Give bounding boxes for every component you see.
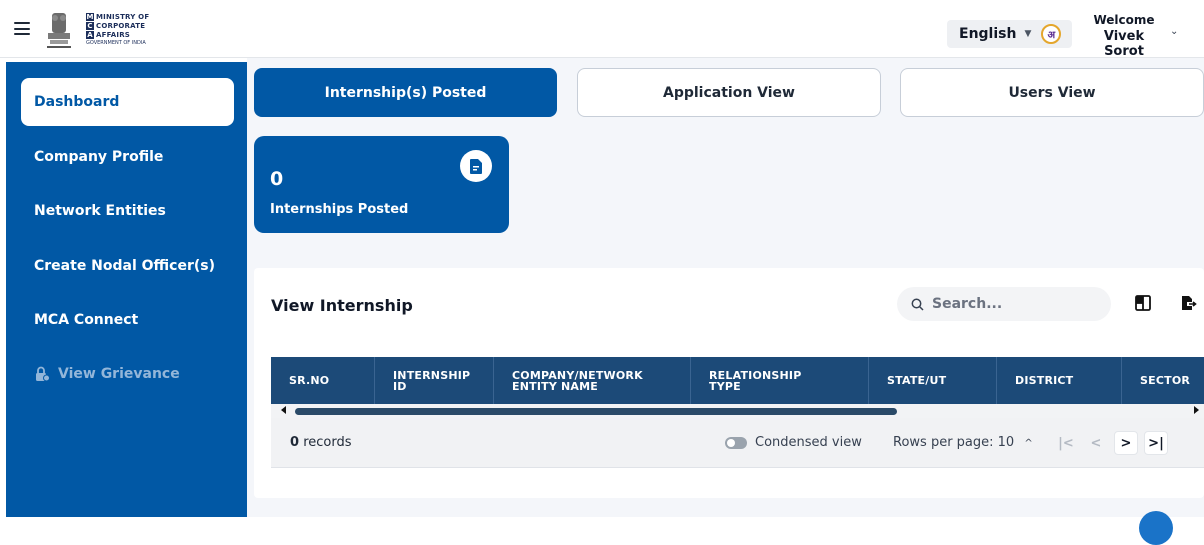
column-header-state-ut[interactable]: STATE/UT <box>869 357 997 404</box>
sidebar-item-label: Network Entities <box>34 203 166 219</box>
logo-gov-text: GOVERNMENT OF INDIA <box>86 40 146 46</box>
search-input[interactable]: Search... <box>897 287 1111 321</box>
column-header-line: ENTITY NAME <box>512 379 598 393</box>
panel-title: View Internship <box>271 296 413 315</box>
logo-line-1: MINISTRY OF <box>96 12 150 21</box>
language-icon[interactable]: अ <box>1041 24 1062 44</box>
stat-value: 0 <box>270 168 284 190</box>
next-page-icon[interactable]: > <box>1114 431 1138 455</box>
column-header-line: TYPE <box>709 379 741 393</box>
records-count: 0 records <box>290 435 352 450</box>
user-menu[interactable]: Welcome Vivek Sorot <box>1084 13 1164 59</box>
column-header-district[interactable]: DISTRICT <box>997 357 1122 404</box>
column-header-line: COMPANY/NETWORK <box>512 368 643 382</box>
tab-users-view[interactable]: Users View <box>900 68 1204 117</box>
column-header-line: STATE/UT <box>887 374 947 387</box>
column-header-sr-no[interactable]: SR.NO <box>271 357 375 404</box>
horizontal-scrollbar[interactable] <box>271 404 1204 418</box>
lock-icon <box>36 366 50 382</box>
tab-label: Internship(s) Posted <box>324 84 487 101</box>
sidebar-item-create-nodal-officer[interactable]: Create Nodal Officer(s) <box>21 242 234 290</box>
prev-page-icon[interactable]: < <box>1084 431 1108 455</box>
welcome-text: Welcome <box>1093 13 1155 27</box>
sidebar-item-label: Dashboard <box>34 94 120 110</box>
column-header-relationship-type[interactable]: RELATIONSHIP TYPE <box>691 357 869 404</box>
first-page-icon[interactable]: |< <box>1054 431 1078 455</box>
rows-per-page-select[interactable]: Rows per page: 10 ^ <box>893 435 1033 450</box>
sidebar: Dashboard Company Profile Network Entiti… <box>6 62 247 517</box>
sidebar-item-company-profile[interactable]: Company Profile <box>21 133 234 181</box>
last-page-icon[interactable]: >| <box>1144 431 1168 455</box>
document-icon <box>460 150 492 182</box>
records-label: records <box>303 435 352 450</box>
rows-per-page-label: Rows per page: 10 <box>893 435 1015 450</box>
search-placeholder: Search... <box>932 296 1003 312</box>
sidebar-item-dashboard[interactable]: Dashboard <box>21 78 234 126</box>
language-label: English <box>959 26 1017 42</box>
scrollbar-thumb[interactable] <box>295 408 897 415</box>
tab-internships-posted[interactable]: Internship(s) Posted <box>254 68 557 117</box>
stat-label: Internships Posted <box>270 202 409 217</box>
logo-box-a: A <box>86 30 94 39</box>
condensed-view-label: Condensed view <box>755 435 862 450</box>
sidebar-item-network-entities[interactable]: Network Entities <box>21 187 234 235</box>
main-content: Internship(s) Posted Application View Us… <box>247 58 1204 517</box>
chevron-down-icon[interactable]: ⌄ <box>1170 26 1178 37</box>
sidebar-item-mca-connect[interactable]: MCA Connect <box>21 296 234 344</box>
column-header-line: INTERNSHIP <box>393 368 471 382</box>
sidebar-item-label: MCA Connect <box>34 312 139 328</box>
ministry-logo: M MINISTRY OF C CORPORATE A AFFAIRS GOVERNM… <box>86 12 149 46</box>
logo-line-3: AFFAIRS <box>96 30 131 39</box>
scroll-left-icon[interactable] <box>281 406 286 414</box>
help-fab-button[interactable] <box>1139 511 1173 545</box>
column-header-line: SR.NO <box>289 374 330 387</box>
column-header-internship-id[interactable]: INTERNSHIP ID <box>375 357 494 404</box>
tab-label: Application View <box>663 84 795 101</box>
column-header-line: DISTRICT <box>1015 374 1074 387</box>
sidebar-item-label: View Grievance <box>58 366 180 382</box>
logo-line-2: CORPORATE <box>96 21 146 30</box>
emblem-icon <box>47 13 71 48</box>
chevron-down-icon: ▼ <box>1024 29 1032 39</box>
view-internship-panel: View Internship Search... SR.NO INTERNSH… <box>254 268 1204 498</box>
records-number: 0 <box>290 435 300 450</box>
logo-box-m: M <box>86 12 94 21</box>
top-bar: M MINISTRY OF C CORPORATE A AFFAIRS GOVERNM… <box>0 0 1204 59</box>
export-icon[interactable] <box>1179 294 1197 312</box>
tab-application-view[interactable]: Application View <box>577 68 881 117</box>
condensed-view-toggle[interactable] <box>725 437 747 449</box>
tab-label: Users View <box>1008 84 1096 101</box>
logo-box-c: C <box>86 21 94 30</box>
columns-icon[interactable] <box>1134 294 1152 312</box>
column-header-line: RELATIONSHIP <box>709 368 802 382</box>
column-header-line: SECTOR <box>1140 374 1191 387</box>
table-footer: 0 records Condensed view Rows per page: … <box>271 418 1204 468</box>
internships-posted-card[interactable]: 0 Internships Posted <box>254 136 509 233</box>
sidebar-item-view-grievance: View Grievance <box>21 350 234 398</box>
column-header-company-name[interactable]: COMPANY/NETWORK ENTITY NAME <box>494 357 691 404</box>
scroll-right-icon[interactable] <box>1194 406 1199 414</box>
table-header: SR.NO INTERNSHIP ID COMPANY/NETWORK ENTITY… <box>271 357 1204 404</box>
menu-icon[interactable] <box>14 22 30 35</box>
search-icon <box>911 298 924 311</box>
sidebar-item-label: Company Profile <box>34 149 164 165</box>
chevron-up-icon: ^ <box>1024 438 1033 449</box>
column-header-sector[interactable]: SECTOR <box>1122 357 1204 404</box>
user-name: Vivek Sorot <box>1103 29 1145 59</box>
sidebar-item-label: Create Nodal Officer(s) <box>34 258 216 274</box>
language-select[interactable]: English ▼ अ <box>947 20 1072 48</box>
column-header-line: ID <box>393 379 407 393</box>
